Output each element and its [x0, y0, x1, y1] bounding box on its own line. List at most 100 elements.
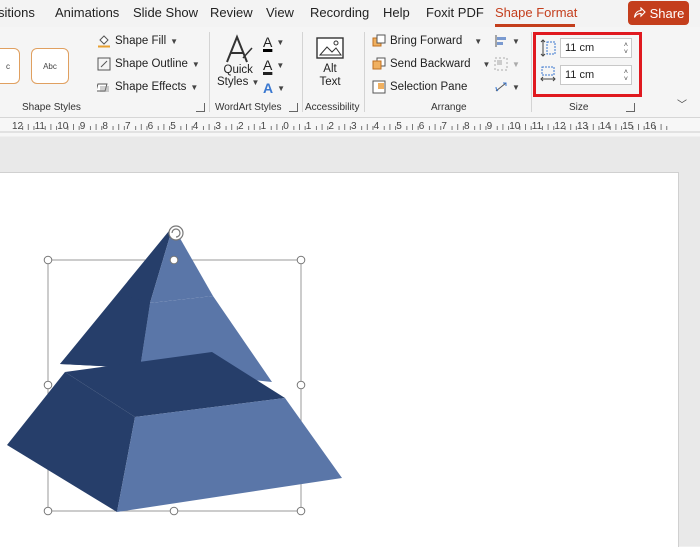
ruler-label: 12: [554, 121, 566, 132]
selection-pane-label: Selection Pane: [390, 81, 468, 93]
tab-slide-show[interactable]: Slide Show: [133, 5, 198, 20]
group-objects-button[interactable]: ▼: [494, 57, 520, 71]
chevron-down-icon: ▼: [190, 82, 199, 92]
resize-handle[interactable]: [43, 506, 53, 516]
ruler-label: 5: [396, 121, 402, 132]
resize-handle[interactable]: [43, 255, 53, 265]
ruler-label: 11: [531, 121, 543, 132]
shape-effects-label: Shape Effects: [115, 81, 187, 93]
group-label-size: Size: [569, 102, 589, 113]
chevron-down-icon: ▼: [191, 59, 200, 69]
share-label: Share: [649, 5, 685, 21]
group-label-wordart-styles: WordArt Styles: [215, 102, 282, 113]
tab-recording[interactable]: Recording: [310, 5, 369, 20]
chevron-down-icon: ▼: [512, 36, 520, 46]
size-dialog-launcher[interactable]: [626, 103, 635, 112]
shape-fill-label: Shape Fill: [115, 35, 167, 47]
rotate-button[interactable]: ▼: [494, 80, 520, 94]
send-backward-icon: [372, 57, 386, 70]
tab-foxit-pdf[interactable]: Foxit PDF: [426, 5, 484, 20]
text-effects-button[interactable]: A ▼: [263, 80, 285, 96]
send-backward-label: Send Backward: [390, 58, 471, 70]
selection-pane-icon: [372, 80, 386, 94]
shape-styles-dialog-launcher[interactable]: [196, 103, 205, 112]
tab-review[interactable]: Review: [210, 5, 253, 20]
ruler-label: 9: [79, 121, 86, 132]
chevron-down-icon: ▼: [482, 59, 491, 69]
resize-handle[interactable]: [43, 380, 53, 390]
ruler-label: 11: [34, 121, 45, 132]
selection-pane-button[interactable]: Selection Pane: [372, 80, 467, 94]
pyramid-bottom-right-face: [117, 398, 342, 512]
chevron-down-icon: ▼: [276, 37, 285, 47]
text-outline-button[interactable]: A ▼: [263, 57, 284, 73]
shape-fill-button[interactable]: Shape Fill ▼: [97, 34, 178, 48]
horizontal-ruler: 12 11 10 9 8 7 6 5 4 3 2 1 0 1 2 3 4 5 6 7 8 9 10 11 12 13 14 15 16: [0, 118, 700, 136]
chevron-down-icon: ▼: [276, 60, 285, 70]
ruler-label: 10: [57, 121, 69, 132]
alt-text-label-line1: Alt: [323, 63, 337, 75]
ruler-label: 4: [373, 121, 380, 132]
collapse-ribbon-icon[interactable]: ﹀: [677, 96, 687, 111]
align-button[interactable]: ▼: [494, 34, 520, 48]
group-divider: [531, 32, 532, 112]
chevron-down-icon: ▼: [512, 59, 520, 69]
group-divider: [209, 32, 210, 112]
ruler-label: 2: [328, 121, 334, 132]
share-icon: [633, 7, 646, 18]
tab-shape-format[interactable]: Shape Format: [495, 5, 577, 20]
resize-handle[interactable]: [169, 255, 179, 265]
ruler-label: 2: [238, 121, 244, 132]
share-button[interactable]: Share: [628, 1, 689, 25]
text-outline-icon: A: [263, 57, 273, 73]
shape-style-preview-label: Abc: [43, 61, 57, 71]
pyramid-shape[interactable]: [0, 215, 360, 525]
ruler-label: 8: [102, 121, 108, 132]
shape-style-preview-2[interactable]: Abc: [31, 48, 69, 84]
ruler-label: 7: [125, 121, 131, 132]
wordart-dialog-launcher[interactable]: [289, 103, 298, 112]
text-fill-icon: A: [263, 34, 273, 50]
ruler-label: 3: [215, 121, 221, 132]
quick-styles-label-line2: Styles ▼: [217, 76, 260, 88]
wordart-a-icon: [226, 34, 253, 63]
ruler-label: 13: [577, 121, 589, 132]
ruler-label: 16: [644, 121, 656, 132]
resize-handle[interactable]: [296, 380, 306, 390]
ruler-label: 7: [441, 121, 447, 132]
quick-styles-button[interactable]: Quick Styles ▼: [217, 34, 259, 88]
ruler-label: 5: [170, 121, 176, 132]
resize-handle[interactable]: [296, 255, 306, 265]
ruler-label: 3: [351, 121, 357, 132]
ruler-label: 10: [509, 121, 521, 132]
rotation-handle-icon[interactable]: [168, 225, 184, 241]
shape-effects-button[interactable]: Shape Effects ▼: [97, 80, 198, 94]
ruler-label: 15: [622, 121, 634, 132]
group-divider: [364, 32, 365, 112]
ruler-label: 14: [599, 121, 611, 132]
send-backward-button[interactable]: Send Backward ▼: [372, 57, 490, 71]
text-fill-button[interactable]: A ▼: [263, 34, 284, 50]
chevron-down-icon: ▼: [474, 36, 483, 46]
tab-view[interactable]: View: [266, 5, 294, 20]
text-effects-icon: A: [263, 80, 274, 96]
shape-outline-label: Shape Outline: [115, 58, 188, 70]
pen-outline-icon: [97, 57, 111, 71]
bring-forward-button[interactable]: Bring Forward ▼: [372, 34, 482, 48]
paint-bucket-icon: [98, 35, 110, 48]
shape-style-preview-1[interactable]: c: [0, 48, 20, 84]
chevron-down-icon: ▼: [277, 83, 286, 93]
tab-animations[interactable]: Animations: [55, 5, 119, 20]
chevron-down-icon: ▼: [512, 82, 520, 92]
ruler-label: 6: [147, 121, 154, 132]
bring-forward-label: Bring Forward: [390, 35, 463, 47]
shape-outline-button[interactable]: Shape Outline ▼: [97, 57, 200, 71]
group-divider: [302, 32, 303, 112]
ruler-label: 4: [192, 121, 199, 132]
tab-transitions[interactable]: sitions: [0, 5, 35, 20]
alt-text-button[interactable]: Alt Text: [315, 36, 345, 88]
tab-help[interactable]: Help: [383, 5, 410, 20]
ruler-label: 1: [305, 121, 312, 132]
resize-handle[interactable]: [169, 506, 179, 516]
resize-handle[interactable]: [296, 506, 306, 516]
